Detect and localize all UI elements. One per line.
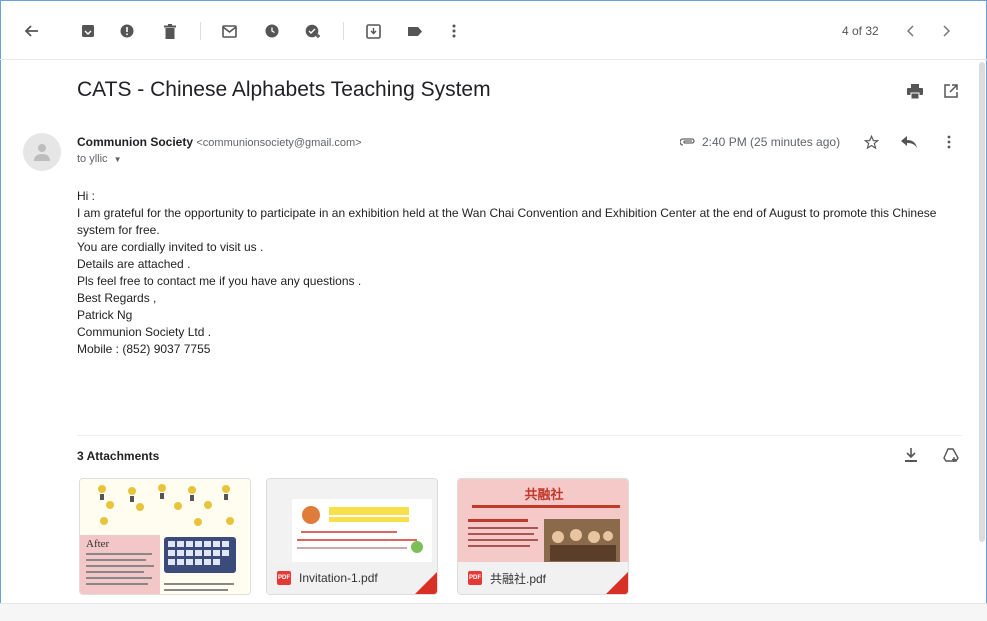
snooze-icon[interactable] bbox=[262, 21, 282, 41]
star-icon[interactable] bbox=[860, 131, 882, 153]
body-line: Pls feel free to contact me if you have … bbox=[77, 274, 362, 288]
thumbnail-title: 共融社 bbox=[524, 487, 564, 502]
move-to-icon[interactable] bbox=[363, 21, 383, 41]
attachment-thumbnail bbox=[80, 479, 250, 594]
divider bbox=[77, 435, 962, 436]
message-time: 2:40 PM (25 minutes ago) bbox=[702, 135, 841, 149]
body-line: Communion Society Ltd . bbox=[77, 325, 212, 339]
pager-text: 4 of 32 bbox=[842, 24, 879, 38]
attachments-title: 3 Attachments bbox=[77, 449, 160, 463]
recipient-text: to yllic bbox=[77, 153, 108, 165]
toolbar-separator bbox=[343, 22, 344, 40]
body-line: Best Regards , bbox=[77, 291, 157, 305]
delete-icon[interactable] bbox=[160, 21, 180, 41]
report-spam-icon[interactable] bbox=[117, 21, 137, 41]
attachment-footer: PDF Invitation-1.pdf bbox=[267, 562, 437, 594]
pdf-corner-fold bbox=[415, 572, 437, 594]
download-all-icon[interactable] bbox=[900, 444, 922, 466]
body-line: Mobile : (852) 9037 7755 bbox=[77, 342, 211, 356]
toolbar-separator bbox=[200, 22, 201, 40]
message-meta: 2:40 PM (25 minutes ago) bbox=[680, 135, 840, 149]
thumbnail-caption: After bbox=[86, 538, 110, 550]
mark-unread-icon[interactable] bbox=[219, 21, 239, 41]
label-icon[interactable] bbox=[405, 21, 425, 41]
body-line: I am grateful for the opportunity to par… bbox=[77, 206, 937, 237]
more-vert-icon[interactable] bbox=[938, 131, 960, 153]
sender-email: <communionsociety@gmail.com> bbox=[196, 137, 362, 149]
person-icon bbox=[34, 144, 50, 161]
prev-icon[interactable] bbox=[901, 21, 921, 41]
attachment-filename: 共融社.pdf bbox=[490, 571, 547, 586]
toolbar: 4 of 32 bbox=[0, 0, 987, 60]
attachment-clip-icon bbox=[680, 138, 695, 146]
sender-name: Communion Society bbox=[77, 135, 194, 149]
add-task-icon[interactable] bbox=[303, 21, 323, 41]
back-arrow-icon[interactable] bbox=[22, 21, 42, 41]
body-line: Hi : bbox=[77, 189, 95, 203]
body-line: Patrick Ng bbox=[77, 308, 133, 322]
body-line: You are cordially invited to visit us . bbox=[77, 240, 264, 254]
more-vert-icon[interactable] bbox=[444, 21, 464, 41]
scrollbar[interactable] bbox=[979, 62, 985, 542]
attachment-footer: PDF 共融社.pdf bbox=[458, 562, 628, 594]
email-body: Hi : I am grateful for the opportunity t… bbox=[77, 188, 957, 358]
sender-line: Communion Society <communionsociety@gmai… bbox=[77, 135, 362, 149]
reply-icon[interactable] bbox=[898, 131, 920, 153]
attachment-card-invitation[interactable]: PDF Invitation-1.pdf bbox=[266, 478, 438, 595]
print-icon[interactable] bbox=[904, 80, 926, 102]
archive-icon[interactable] bbox=[78, 21, 98, 41]
attachment-card-image[interactable]: After bbox=[79, 478, 251, 595]
chevron-down-icon[interactable]: ▼ bbox=[114, 155, 122, 164]
avatar bbox=[23, 133, 61, 171]
pdf-file-icon: PDF bbox=[277, 571, 291, 585]
bottom-bar bbox=[0, 603, 987, 621]
open-new-window-icon[interactable] bbox=[940, 80, 962, 102]
attachment-filename: Invitation-1.pdf bbox=[299, 571, 378, 585]
email-subject: CATS - Chinese Alphabets Teaching System bbox=[77, 78, 491, 101]
pdf-corner-fold bbox=[606, 572, 628, 594]
pdf-file-icon: PDF bbox=[468, 571, 482, 585]
attachment-card-pdf[interactable]: 共融社 PDF 共融社.pdf bbox=[457, 478, 629, 595]
save-to-drive-icon[interactable] bbox=[940, 444, 962, 466]
body-line: Details are attached . bbox=[77, 257, 191, 271]
recipient-line[interactable]: to yllic ▼ bbox=[77, 153, 122, 165]
next-icon[interactable] bbox=[936, 21, 956, 41]
